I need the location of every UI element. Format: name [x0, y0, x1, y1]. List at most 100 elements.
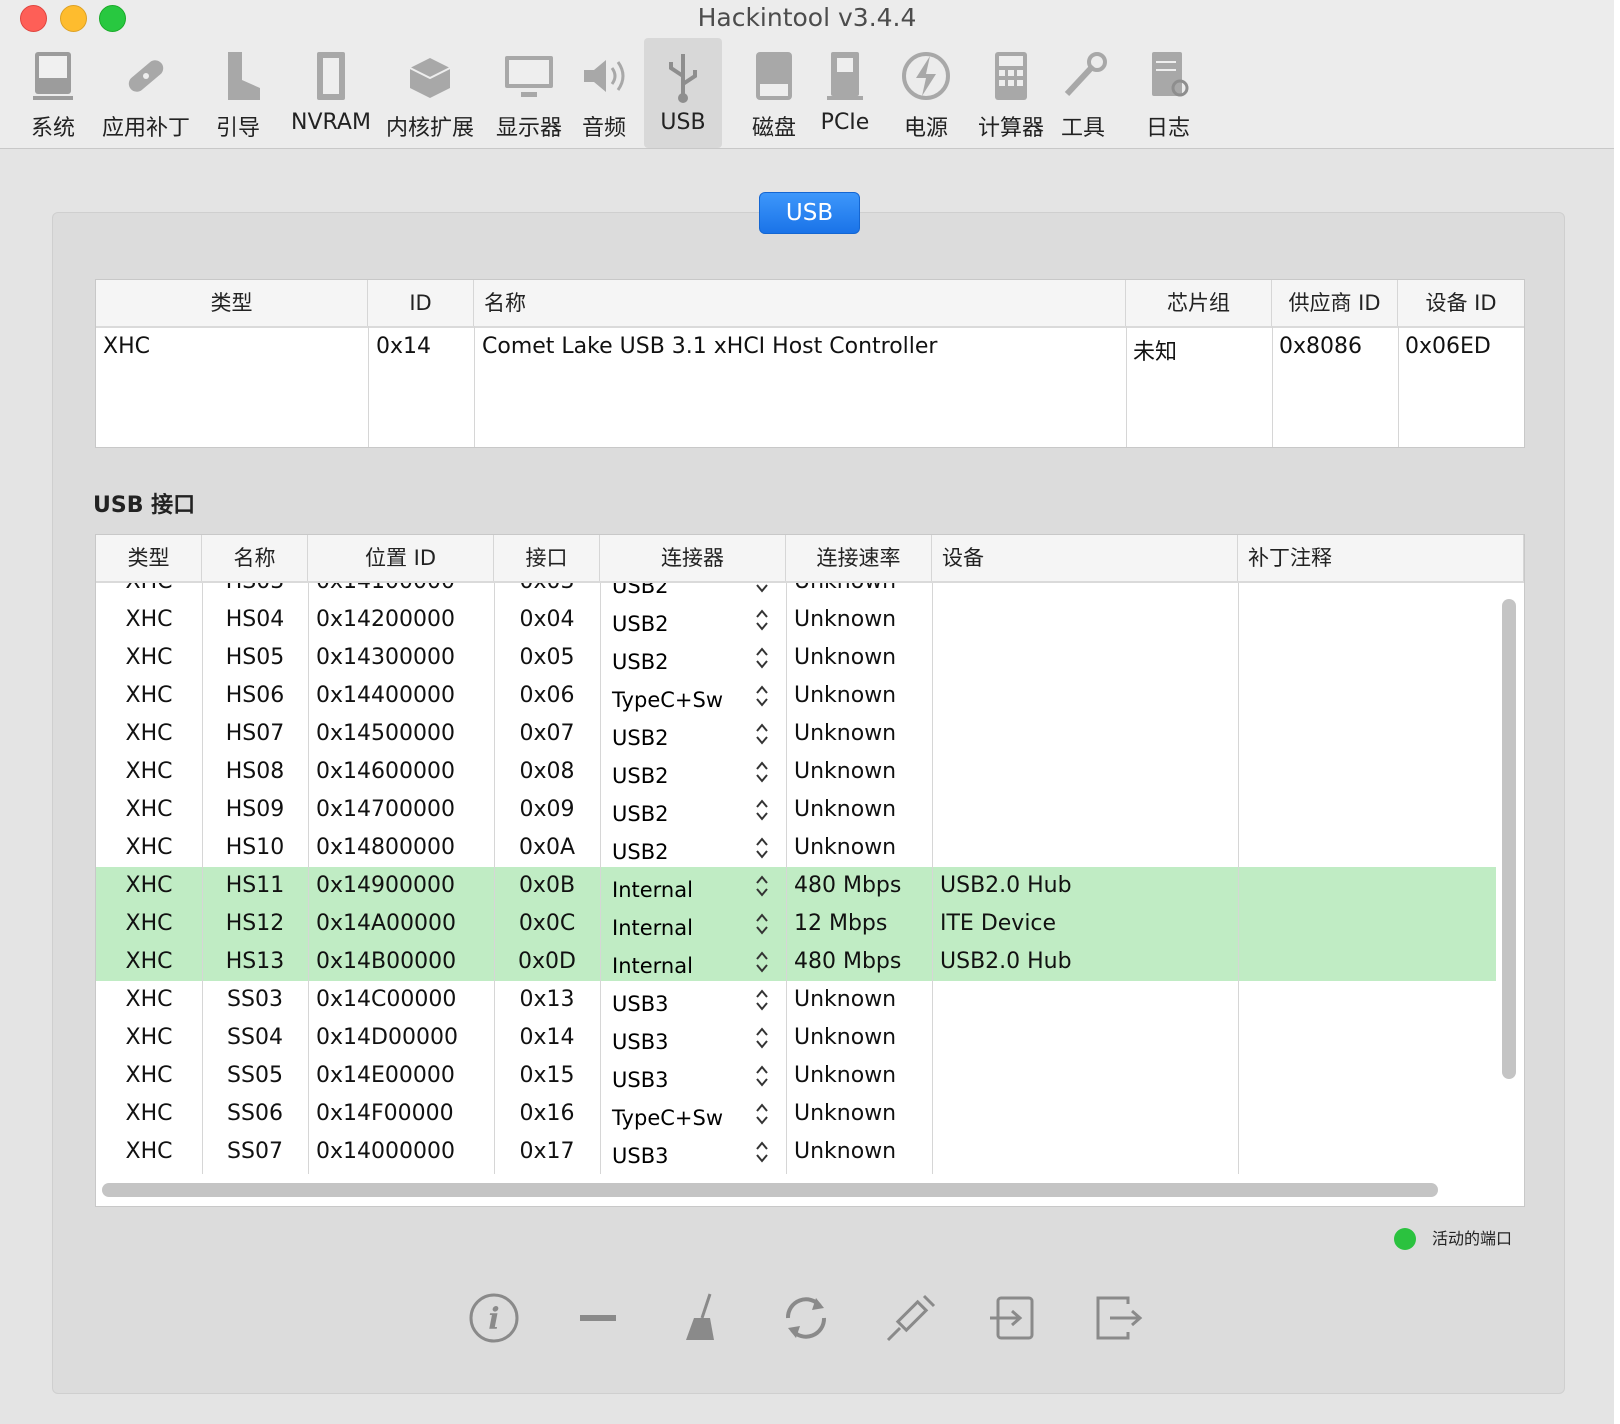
port-type: XHC — [125, 1025, 173, 1050]
table-row[interactable]: XHCHS030x141000000x03 UnknownUSB2 — [96, 583, 1496, 601]
connector-select[interactable]: Internal — [600, 867, 786, 905]
table-row[interactable]: XHC SS07 0x14000000 0x17 Unknown USB3 — [96, 1133, 1496, 1171]
connector-select[interactable]: TypeC+Sw — [600, 1095, 786, 1133]
toolbar-item-tools[interactable]: 工具 — [1050, 38, 1116, 148]
port-number: 0x09 — [519, 797, 575, 822]
connector-select[interactable]: USB2 — [600, 791, 786, 829]
connector-value: Internal — [612, 916, 693, 940]
inject-button[interactable] — [880, 1288, 940, 1348]
header-type[interactable]: 类型 — [96, 280, 368, 326]
port-type: XHC — [125, 949, 173, 974]
connector-select[interactable]: USB2 — [600, 753, 786, 791]
port-type: XHC — [125, 645, 173, 670]
table-row[interactable]: XHC HS09 0x14700000 0x09 Unknown USB2 — [96, 791, 1496, 829]
connector-select[interactable]: USB3 — [600, 1057, 786, 1095]
toolbar-item-boot[interactable]: 引导 — [205, 38, 271, 148]
toolbar-item-patch[interactable]: 应用补丁 — [96, 38, 196, 148]
export-button[interactable] — [1088, 1288, 1148, 1348]
connector-select[interactable]: USB2 — [600, 583, 786, 601]
header-device-id[interactable]: 设备 ID — [1398, 280, 1524, 326]
title-bar: Hackintool v3.4.4 系统 应用补丁 引导 NVRAM 内核扩展 显示器 音频… — [0, 0, 1614, 149]
controller-chipset: 未知 — [1133, 340, 1178, 365]
connector-select[interactable]: USB2 — [600, 639, 786, 677]
updown-chevron-icon — [756, 647, 768, 669]
toolbar-item-power[interactable]: 电源 — [893, 38, 959, 148]
table-row[interactable]: XHC HS13 0x14B00000 0x0D 480 Mbps USB2.0 Hub I… — [96, 943, 1496, 981]
toolbar-item-display[interactable]: 显示器 — [486, 38, 572, 148]
header-speed[interactable]: 连接速率 — [786, 535, 932, 581]
toolbar-item-log[interactable]: 日志 — [1135, 38, 1201, 148]
toolbar-item-kext[interactable]: 内核扩展 — [380, 38, 480, 148]
port-type: XHC — [125, 1101, 173, 1126]
nvram-icon — [317, 52, 345, 100]
toolbar-item-disk[interactable]: 磁盘 — [734, 38, 814, 148]
header-vendor-id[interactable]: 供应商 ID — [1272, 280, 1398, 326]
header-connector[interactable]: 连接器 — [600, 535, 786, 581]
remove-button[interactable] — [568, 1288, 628, 1348]
port-type: XHC — [125, 911, 173, 936]
header-port[interactable]: 接口 — [494, 535, 600, 581]
toolbar-item-audio[interactable]: 音频 — [574, 38, 634, 148]
controllers-header: 类型 ID 名称 芯片组 供应商 ID 设备 ID — [96, 280, 1524, 328]
table-row[interactable]: XHC HS12 0x14A00000 0x0C 12 Mbps ITE Device In… — [96, 905, 1496, 943]
table-row[interactable]: XHC HS11 0x14900000 0x0B 480 Mbps USB2.0 Hub I… — [96, 867, 1496, 905]
header-device[interactable]: 设备 — [932, 535, 1238, 581]
header-location-id[interactable]: 位置 ID — [308, 535, 494, 581]
port-speed: Unknown — [794, 835, 897, 860]
connector-select[interactable]: USB2 — [600, 829, 786, 867]
header-id[interactable]: ID — [368, 280, 474, 326]
header-comment[interactable]: 补丁注释 — [1238, 535, 1524, 581]
table-row[interactable]: XHC HS06 0x14400000 0x06 Unknown TypeC+Sw — [96, 677, 1496, 715]
port-location-id: 0x14D00000 — [316, 1025, 458, 1050]
connector-select[interactable]: TypeC+Sw — [600, 677, 786, 715]
connector-select[interactable]: USB2 — [600, 601, 786, 639]
clear-button[interactable] — [672, 1288, 732, 1348]
connector-select[interactable]: USB3 — [600, 981, 786, 1019]
table-row[interactable]: XHC HS07 0x14500000 0x07 Unknown USB2 — [96, 715, 1496, 753]
port-speed: Unknown — [794, 1101, 897, 1126]
table-row[interactable]: XHC SS04 0x14D00000 0x14 Unknown USB3 — [96, 1019, 1496, 1057]
horizontal-scrollbar[interactable] — [102, 1183, 1438, 1197]
pcie-icon — [827, 52, 863, 100]
port-name: SS05 — [227, 1063, 283, 1088]
app-window: Hackintool v3.4.4 系统 应用补丁 引导 NVRAM 内核扩展 显示器 音频… — [0, 0, 1614, 1424]
connector-select[interactable]: USB3 — [600, 1133, 786, 1171]
import-button[interactable] — [984, 1288, 1044, 1348]
toolbar-item-calculator[interactable]: 计算器 — [968, 38, 1054, 148]
updown-chevron-icon — [756, 1065, 768, 1087]
toolbar-item-system[interactable]: 系统 — [20, 38, 86, 148]
table-row[interactable]: XHC SS06 0x14F00000 0x16 Unknown TypeC+Sw — [96, 1095, 1496, 1133]
header-chipset[interactable]: 芯片组 — [1126, 280, 1272, 326]
connector-select[interactable]: Internal — [600, 905, 786, 943]
audio-icon — [584, 60, 625, 92]
toolbar-item-label: 系统 — [30, 116, 75, 141]
connector-value: USB2 — [612, 726, 669, 750]
table-row[interactable]: XHC SS03 0x14C00000 0x13 Unknown USB3 — [96, 981, 1496, 1019]
controller-device-id: 0x06ED — [1405, 334, 1491, 359]
port-speed: Unknown — [794, 759, 897, 784]
table-row[interactable]: XHC HS04 0x14200000 0x04 Unknown USB2 — [96, 601, 1496, 639]
connector-select[interactable]: USB2 — [600, 715, 786, 753]
toolbar-item-pcie[interactable]: PCIe — [812, 38, 878, 148]
header-name[interactable]: 名称 — [474, 280, 1126, 326]
header-port-type[interactable]: 类型 — [96, 535, 202, 581]
toolbar-item-nvram[interactable]: NVRAM — [283, 38, 379, 148]
refresh-button[interactable] — [776, 1288, 836, 1348]
segment-usb[interactable]: USB — [759, 192, 860, 234]
minus-icon — [580, 1315, 616, 1321]
table-row[interactable]: XHC HS10 0x14800000 0x0A Unknown USB2 — [96, 829, 1496, 867]
table-row[interactable]: XHC HS08 0x14600000 0x08 Unknown USB2 — [96, 753, 1496, 791]
info-button[interactable]: i — [464, 1288, 524, 1348]
port-type: XHC — [125, 873, 173, 898]
vertical-scrollbar[interactable] — [1502, 599, 1516, 1079]
port-location-id: 0x14500000 — [316, 721, 455, 746]
port-name: HS11 — [225, 873, 285, 898]
toolbar-item-usb[interactable]: USB — [644, 38, 722, 148]
port-name: SS04 — [227, 1025, 283, 1050]
header-port-name[interactable]: 名称 — [202, 535, 308, 581]
connector-select[interactable]: USB3 — [600, 1019, 786, 1057]
table-row[interactable]: XHC SS05 0x14E00000 0x15 Unknown USB3 — [96, 1057, 1496, 1095]
connector-select[interactable]: Internal — [600, 943, 786, 981]
port-comment — [1238, 639, 1496, 677]
table-row[interactable]: XHC HS05 0x14300000 0x05 Unknown USB2 — [96, 639, 1496, 677]
